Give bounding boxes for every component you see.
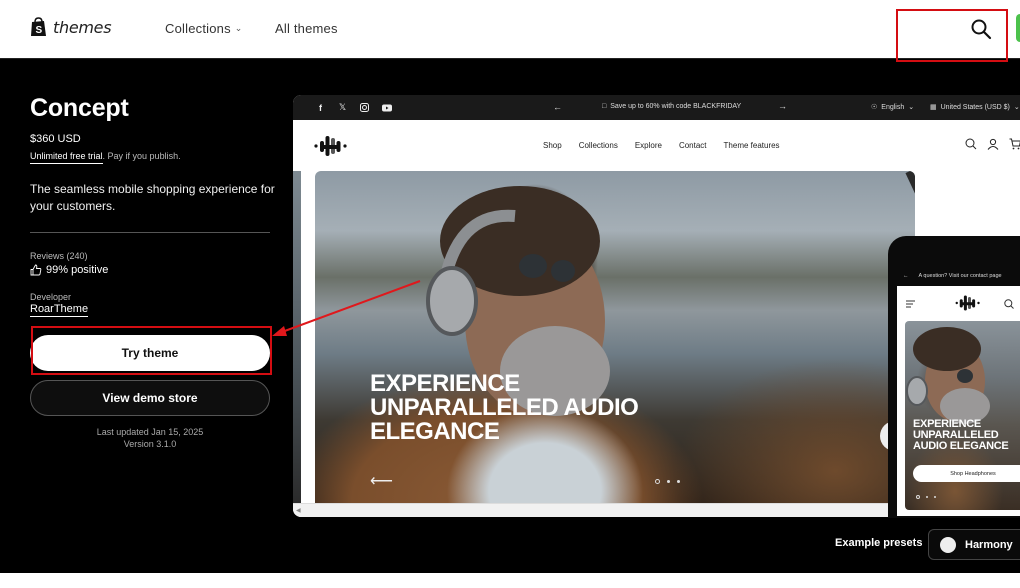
mobile-announcement-text: A question? Visit our contact page: [918, 273, 1002, 279]
nav-collections-label: Collections: [165, 21, 231, 36]
mobile-slide-indicator: [916, 495, 936, 499]
top-nav: S themes Collections ⌄ All themes: [0, 0, 1020, 59]
theme-meta: Last updated Jan 15, 2025 Version 3.1.0: [30, 426, 270, 450]
preset-swatch: [940, 536, 956, 553]
mobile-slide-dot-1[interactable]: [916, 495, 920, 499]
announcement-bar: f 𝕏 ← □ Save up to 60% with code BLACKFR…: [293, 95, 1020, 120]
annotation-arrow-head: [272, 326, 287, 336]
logo-text: themes: [53, 17, 112, 37]
nav-all-themes-label: All themes: [275, 21, 338, 36]
trial-info: Unlimited free trial. Pay if you publish…: [30, 151, 181, 164]
hero-illustration: [426, 171, 915, 416]
version: Version 3.1.0: [123, 439, 177, 449]
mobile-hero-line-3: AUDIO ELEGANCE: [913, 440, 1009, 452]
language-value: English: [881, 103, 905, 111]
store-header-icons: [965, 138, 1020, 150]
free-trial-link[interactable]: Unlimited free trial: [30, 151, 103, 164]
nav-all-themes[interactable]: All themes: [275, 21, 338, 36]
announcement-message: □ Save up to 60% with code BLACKFRIDAY: [602, 103, 741, 110]
menu-icon[interactable]: [906, 300, 916, 308]
account-icon[interactable]: [987, 138, 999, 150]
store-search-icon[interactable]: [965, 138, 977, 150]
example-presets-label: Example presets: [835, 537, 923, 549]
store-nav-theme-features[interactable]: Theme features: [724, 141, 780, 150]
social-links: f 𝕏: [315, 102, 392, 113]
page-bottom-edge: [0, 573, 1020, 588]
store-logo-icon[interactable]: [314, 134, 348, 158]
developer-link[interactable]: RoarTheme: [30, 303, 89, 317]
mobile-store-logo-icon[interactable]: [954, 294, 982, 312]
tag-icon: □: [602, 103, 607, 110]
chevron-down-icon: ⌄: [908, 104, 915, 111]
hero-prev-arrow-icon[interactable]: ⟵: [370, 471, 393, 491]
try-theme-button[interactable]: Try theme: [30, 335, 270, 371]
currency-value: United States (USD $): [940, 103, 1010, 111]
chevron-down-icon: ⌄: [234, 23, 243, 33]
previous-slide-peek: [293, 171, 301, 503]
shopify-themes-logo[interactable]: S themes: [30, 17, 112, 37]
slide-dot-2[interactable]: [667, 480, 670, 483]
mobile-slide-dot-3[interactable]: [934, 496, 936, 498]
reviews-label: Reviews (240): [30, 251, 88, 261]
shop-headphones-button[interactable]: Shop Headphones: [913, 465, 1020, 482]
store-nav-shop[interactable]: Shop: [543, 141, 562, 150]
reviews-percent: 99% positive: [46, 264, 109, 276]
slide-indicator: [655, 479, 680, 484]
reviews-value[interactable]: 99% positive: [30, 264, 108, 276]
globe-icon: ☉: [871, 104, 878, 111]
hero-banner-image: EXPERIENCE UNPARALLELED AUDIO ELEGANCE ⟵: [315, 171, 915, 503]
theme-price: $360 USD: [30, 133, 81, 145]
mobile-slide-dot-2[interactable]: [926, 496, 928, 498]
mobile-search-icon[interactable]: [1004, 299, 1014, 309]
hero-heading-line-2: UNPARALLELED AUDIO: [370, 394, 639, 421]
announcement-text: Save up to 60% with code BLACKFRIDAY: [610, 103, 742, 110]
theme-title: Concept: [30, 94, 129, 122]
x-icon[interactable]: 𝕏: [337, 102, 348, 113]
hero-heading-line-1: EXPERIENCE: [370, 370, 520, 397]
store-nav-contact[interactable]: Contact: [679, 141, 707, 150]
store-nav: Shop Collections Explore Contact Theme f…: [543, 141, 780, 150]
mobile-announcement-bar: ← A question? Visit our contact page: [897, 268, 1020, 284]
facebook-icon[interactable]: f: [315, 102, 326, 113]
announcement-next-arrow[interactable]: →: [778, 101, 787, 111]
divider: [30, 232, 270, 233]
slide-dot-3[interactable]: [677, 480, 680, 483]
hero-heading: EXPERIENCE UNPARALLELED AUDIO ELEGANCE: [370, 370, 639, 445]
nav-collections[interactable]: Collections ⌄: [165, 21, 243, 36]
language-selector[interactable]: ☉ English ⌄: [871, 103, 915, 112]
currency-selector[interactable]: ▦ United States (USD $) ⌄: [930, 103, 1020, 112]
chevron-down-icon: ⌄: [1013, 104, 1020, 111]
mobile-hero: EXPERIENCE UNPARALLELED AUDIO ELEGANCE S…: [905, 321, 1020, 510]
search-icon[interactable]: [970, 18, 992, 40]
currency-icon: ▦: [930, 104, 937, 111]
preset-name: Harmony: [965, 538, 1013, 551]
shopify-bag-icon: S: [31, 17, 46, 36]
theme-description: The seamless mobile shopping experience …: [30, 182, 275, 213]
instagram-icon[interactable]: [359, 102, 370, 113]
mobile-hero-heading: EXPERIENCE UNPARALLELED AUDIO ELEGANCE: [913, 419, 1009, 452]
cart-icon[interactable]: [1009, 138, 1020, 150]
mobile-header: [897, 290, 1020, 318]
last-updated: Last updated Jan 15, 2025: [96, 427, 204, 437]
thumbs-up-icon: [30, 264, 42, 276]
mobile-ann-prev-icon[interactable]: ←: [903, 273, 909, 279]
svg-text:S: S: [36, 25, 43, 36]
scroll-left-icon[interactable]: ◀: [296, 507, 301, 514]
preset-selector[interactable]: Harmony: [928, 529, 1020, 560]
store-header: Shop Collections Explore Contact Theme f…: [293, 120, 1020, 170]
store-nav-collections[interactable]: Collections: [579, 141, 618, 150]
trial-suffix: . Pay if you publish.: [102, 151, 181, 161]
hero-heading-line-3: ELEGANCE: [370, 418, 500, 445]
youtube-icon[interactable]: [381, 102, 392, 113]
store-nav-explore[interactable]: Explore: [635, 141, 662, 150]
slide-dot-1[interactable]: [655, 479, 660, 484]
view-demo-store-button[interactable]: View demo store: [30, 380, 270, 416]
partial-green-button[interactable]: [1016, 14, 1020, 42]
announcement-prev-arrow[interactable]: ←: [553, 102, 562, 112]
developer-label: Developer: [30, 292, 72, 302]
